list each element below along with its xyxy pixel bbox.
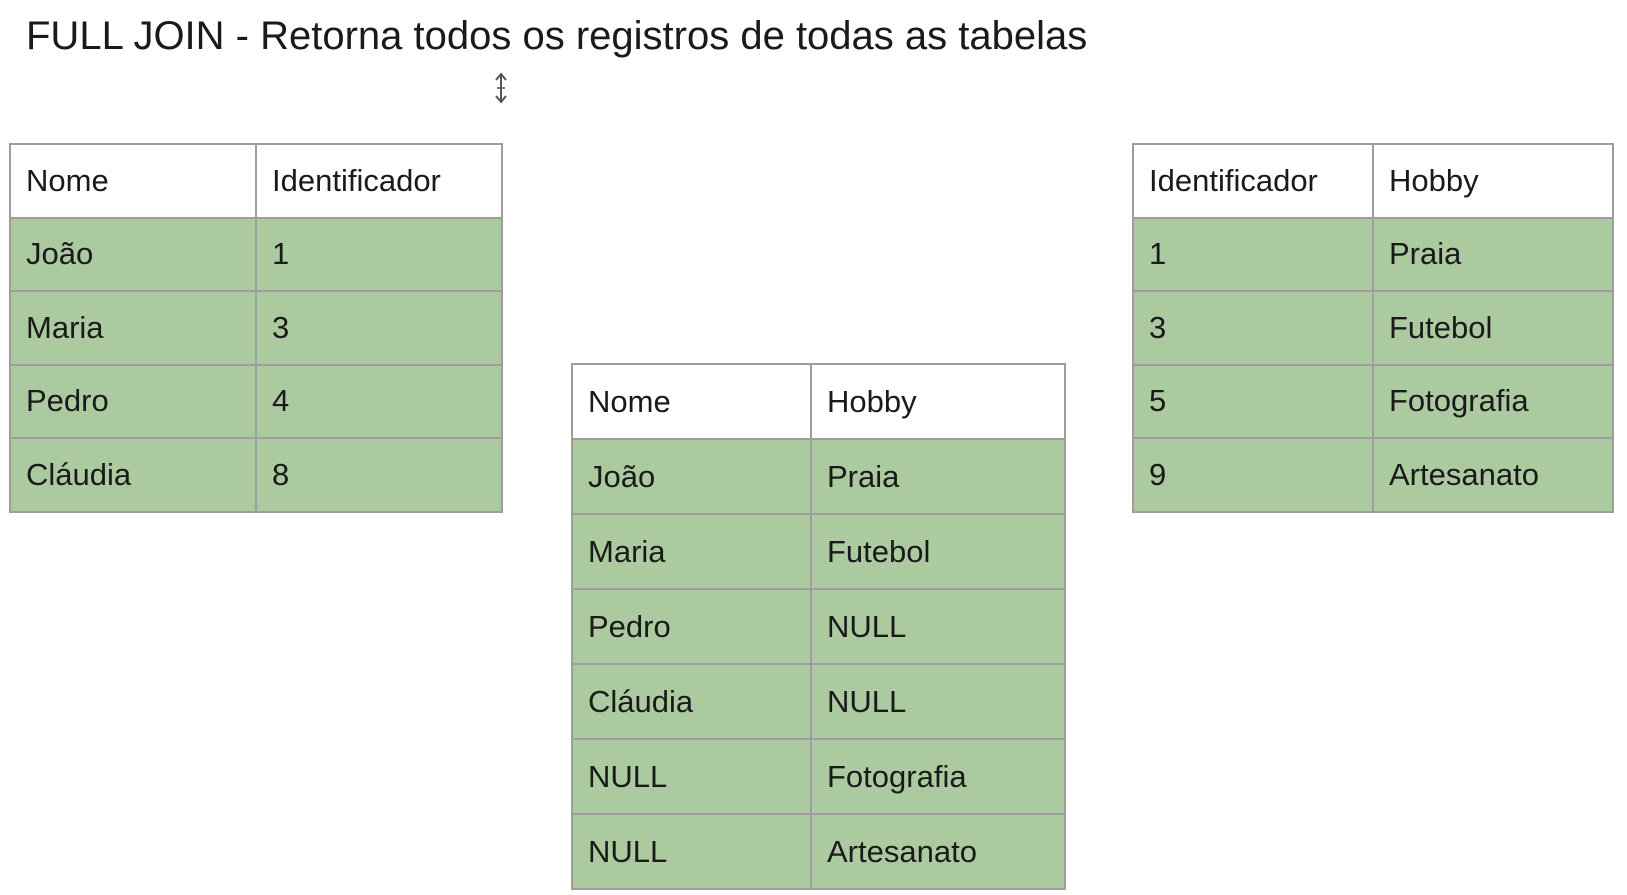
table-cell: 1 [255,216,503,292]
column-header: Nome [9,143,257,219]
table-row: João Praia [571,438,1066,515]
table-cell: 3 [255,290,503,366]
right-table: Identificador Hobby 1 Praia 3 Futebol 5 … [1132,143,1614,513]
column-header: Identificador [1132,143,1374,219]
result-table: Nome Hobby João Praia Maria Futebol Pedr… [571,363,1066,890]
table-cell: 4 [255,363,503,439]
column-header: Identificador [255,143,503,219]
table-row: Pedro NULL [571,588,1066,665]
table-row: Cláudia NULL [571,663,1066,740]
table-cell: Cláudia [9,437,257,513]
table-cell: 1 [1132,216,1374,292]
table-cell: Maria [9,290,257,366]
table-row: 1 Praia [1132,216,1614,292]
table-row: 3 Futebol [1132,290,1614,366]
table-cell: 3 [1132,290,1374,366]
table-cell: Artesanato [1372,437,1614,513]
table-cell: Futebol [1372,290,1614,366]
table-cell: Futebol [810,513,1066,590]
table-cell: NULL [810,663,1066,740]
column-header: Hobby [1372,143,1614,219]
table-cell: Fotografia [1372,363,1614,439]
table-row: Cláudia 8 [9,437,503,513]
table-cell: Maria [571,513,812,590]
table-cell: João [9,216,257,292]
table-cell: 8 [255,437,503,513]
table-cell: NULL [571,738,812,815]
table-row: Maria 3 [9,290,503,366]
page-title: FULL JOIN - Retorna todos os registros d… [26,14,1088,58]
table-cell: Praia [810,438,1066,515]
table-header-row: Identificador Hobby [1132,143,1614,219]
table-cell: Praia [1372,216,1614,292]
text-cursor-icon [495,72,507,104]
table-header-row: Nome Identificador [9,143,503,219]
column-header: Nome [571,363,812,440]
table-row: 5 Fotografia [1132,363,1614,439]
column-header: Hobby [810,363,1066,440]
table-cell: 5 [1132,363,1374,439]
table-row: 9 Artesanato [1132,437,1614,513]
table-cell: Fotografia [810,738,1066,815]
table-row: João 1 [9,216,503,292]
table-cell: 9 [1132,437,1374,513]
table-cell: João [571,438,812,515]
table-cell: Cláudia [571,663,812,740]
table-cell: NULL [571,813,812,890]
table-row: Maria Futebol [571,513,1066,590]
table-cell: Artesanato [810,813,1066,890]
table-cell: NULL [810,588,1066,665]
table-cell: Pedro [9,363,257,439]
table-row: NULL Artesanato [571,813,1066,890]
left-table: Nome Identificador João 1 Maria 3 Pedro … [9,143,503,513]
table-row: NULL Fotografia [571,738,1066,815]
table-header-row: Nome Hobby [571,363,1066,440]
table-cell: Pedro [571,588,812,665]
table-row: Pedro 4 [9,363,503,439]
